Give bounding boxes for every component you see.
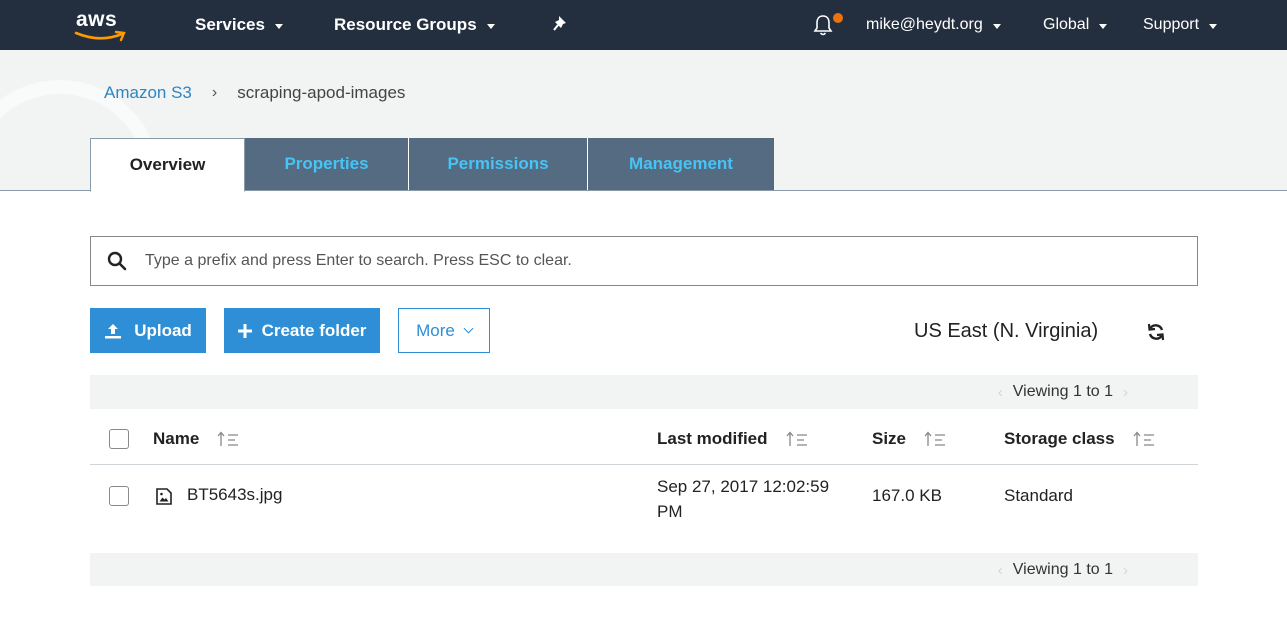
chevron-down-icon	[486, 23, 495, 29]
column-last-modified-label: Last modified	[657, 429, 768, 448]
object-storage-class: Standard	[1004, 486, 1073, 505]
create-folder-label: Create folder	[261, 320, 367, 340]
last-modified-line1: Sep 27, 2017 12:02:59	[657, 477, 830, 496]
column-storage-class-label: Storage class	[1004, 429, 1115, 448]
tab-overview[interactable]: Overview	[90, 138, 245, 192]
sort-icon	[217, 431, 239, 446]
services-menu[interactable]: Services	[195, 0, 283, 50]
bucket-tabs: Overview Properties Permissions Manageme…	[90, 138, 774, 192]
viewing-count-bottom: Viewing 1 to 1	[1012, 561, 1113, 578]
pin-icon	[553, 16, 566, 31]
pagination-top: ‹ Viewing 1 to 1 ›	[988, 375, 1138, 409]
object-size: 167.0 KB	[872, 486, 942, 505]
sort-icon	[924, 431, 946, 446]
select-all-checkbox[interactable]	[109, 429, 129, 449]
chevron-down-icon	[463, 323, 474, 334]
upload-icon	[105, 323, 122, 338]
notification-badge	[833, 13, 843, 23]
chevron-down-icon	[1099, 23, 1108, 29]
sort-icon	[1133, 431, 1154, 446]
tab-permissions[interactable]: Permissions	[409, 138, 588, 190]
image-file-icon	[156, 488, 172, 505]
column-name-label: Name	[153, 429, 200, 448]
object-table-header: Name Last modified Size Storage class	[90, 413, 1198, 465]
create-folder-button[interactable]: Create folder	[224, 308, 380, 353]
refresh-icon[interactable]	[1146, 322, 1166, 342]
object-name-link[interactable]: BT5643s.jpg	[187, 485, 282, 505]
column-header-last-modified[interactable]: Last modified	[657, 413, 808, 465]
top-navigation-bar: aws Services Resource Groups mike@heydt.…	[0, 0, 1287, 50]
chevron-down-icon	[274, 23, 283, 29]
bucket-region: US East (N. Virginia)	[914, 320, 1099, 342]
support-label: Support	[1143, 16, 1200, 33]
breadcrumb: Amazon S3 › scraping-apod-images	[104, 83, 405, 103]
column-size-label: Size	[872, 429, 907, 448]
breadcrumb-separator: ›	[211, 84, 218, 101]
breadcrumb-current-bucket: scraping-apod-images	[237, 83, 406, 102]
prev-page-button[interactable]: ‹	[998, 384, 1003, 401]
pagination-bottom: ‹ Viewing 1 to 1 ›	[988, 553, 1138, 587]
aws-smile-icon	[74, 30, 126, 42]
pagination-bar-top: ‹ Viewing 1 to 1 ›	[90, 375, 1198, 409]
sort-icon	[786, 431, 807, 446]
region-menu[interactable]: Global	[1043, 0, 1108, 50]
search-box	[90, 236, 1198, 286]
account-menu[interactable]: mike@heydt.org	[866, 0, 1001, 50]
account-label: mike@heydt.org	[866, 16, 983, 33]
column-header-storage-class[interactable]: Storage class	[1004, 413, 1155, 465]
object-last-modified: Sep 27, 2017 12:02:59 PM	[657, 474, 829, 524]
support-menu[interactable]: Support	[1143, 0, 1218, 50]
search-icon	[107, 251, 127, 271]
upload-button[interactable]: Upload	[90, 308, 206, 353]
bell-icon[interactable]	[812, 14, 834, 36]
pagination-bar-bottom: ‹ Viewing 1 to 1 ›	[90, 553, 1198, 586]
plus-icon	[237, 323, 252, 338]
tab-management[interactable]: Management	[588, 138, 774, 190]
chevron-down-icon	[992, 23, 1001, 29]
next-page-button[interactable]: ›	[1123, 384, 1128, 401]
more-dropdown-button[interactable]: More	[398, 308, 490, 353]
prev-page-button[interactable]: ‹	[998, 562, 1003, 579]
next-page-button[interactable]: ›	[1123, 562, 1128, 579]
services-label: Services	[195, 15, 265, 34]
row-select-checkbox[interactable]	[109, 486, 129, 506]
search-input[interactable]	[145, 252, 1145, 270]
aws-logo-text: aws	[76, 8, 118, 31]
table-row[interactable]: BT5643s.jpg Sep 27, 2017 12:02:59 PM 167…	[90, 466, 1198, 526]
region-label: Global	[1043, 16, 1090, 33]
chevron-down-icon	[1209, 23, 1218, 29]
breadcrumb-amazon-s3-link[interactable]: Amazon S3	[104, 83, 192, 103]
resource-groups-label: Resource Groups	[334, 15, 477, 34]
more-label: More	[416, 320, 455, 340]
upload-label: Upload	[134, 320, 192, 340]
resource-groups-menu[interactable]: Resource Groups	[334, 0, 495, 50]
column-header-size[interactable]: Size	[872, 413, 946, 465]
tab-properties[interactable]: Properties	[245, 138, 409, 190]
viewing-count-top: Viewing 1 to 1	[1012, 383, 1113, 400]
pin-button[interactable]	[553, 0, 571, 50]
column-header-name[interactable]: Name	[153, 413, 239, 465]
aws-logo[interactable]: aws	[74, 6, 128, 42]
last-modified-line2: PM	[657, 502, 683, 521]
